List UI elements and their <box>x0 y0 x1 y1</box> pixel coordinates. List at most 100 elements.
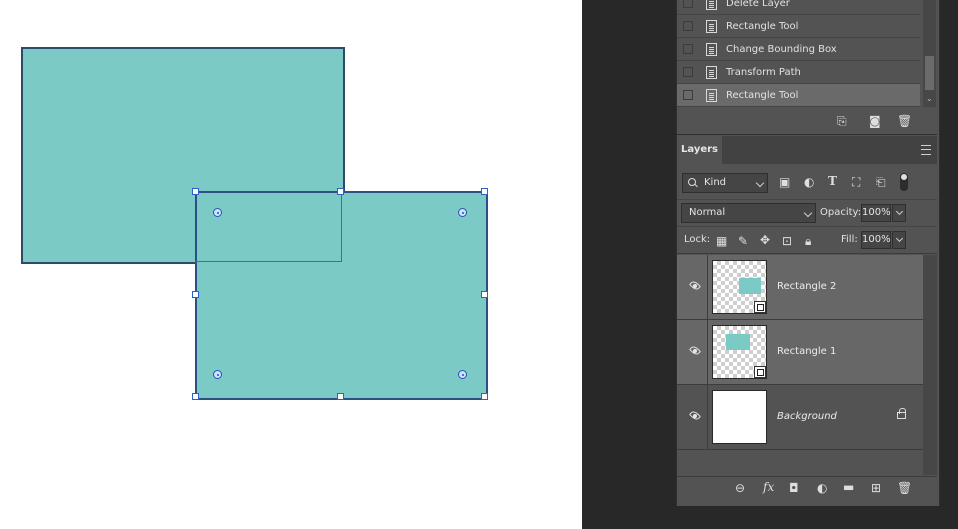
history-state[interactable]: Change Bounding Box <box>677 38 920 61</box>
transform-handle-middle-right[interactable] <box>481 291 488 298</box>
smart-object-filter-icon[interactable]: ⎗ <box>876 176 886 188</box>
fill-label: Fill: <box>841 234 858 245</box>
group-folder-icon[interactable]: ▬ <box>843 481 854 493</box>
layer-row[interactable]: Background <box>677 385 923 450</box>
layer-thumbnail <box>712 260 767 314</box>
divider <box>707 320 708 384</box>
corner-radius-widget-top-left[interactable] <box>213 208 222 217</box>
new-layer-icon[interactable]: ⊞ <box>871 482 881 494</box>
chevron-down-icon <box>895 207 904 216</box>
transform-handle-middle-left[interactable] <box>192 291 199 298</box>
document-canvas[interactable] <box>0 0 582 529</box>
lock-bar: Lock: ▦ ✎ ✥ ⊡ 🔒︎ Fill: 100% <box>677 227 937 254</box>
history-scrollbar-thumb[interactable] <box>925 56 934 90</box>
transform-handle-top-right[interactable] <box>481 188 488 195</box>
filter-kind-label: Kind <box>704 177 727 188</box>
history-state-label: Delete Layer <box>726 0 790 9</box>
chevron-down-icon <box>895 234 904 243</box>
layer-filter-bar: Kind ▣ ◐ T ⛶ ⎗ <box>677 168 937 196</box>
camera-snapshot-icon[interactable]: ◙ <box>869 115 881 127</box>
tab-layers[interactable]: Layers <box>677 136 722 164</box>
search-icon <box>688 178 696 186</box>
visibility-eye-icon[interactable] <box>681 385 705 449</box>
history-source-checkbox[interactable] <box>683 0 693 8</box>
layers-footer: ⊖ fx ◘ ◐ ▬ ⊞ 🗑 <box>677 476 937 499</box>
chevron-down-icon <box>755 178 765 188</box>
trash-icon[interactable]: 🗑 <box>897 115 912 127</box>
lock-transparent-pixels-icon[interactable]: ▦ <box>716 235 727 247</box>
history-state[interactable]: Rectangle Tool <box>677 15 920 38</box>
opacity-input[interactable]: 100% <box>861 204 891 222</box>
history-state[interactable]: Delete Layer <box>677 0 920 15</box>
fx-icon[interactable]: fx <box>763 481 774 493</box>
history-state-selected[interactable]: Rectangle Tool <box>677 84 920 107</box>
scroll-down-icon[interactable]: ⌄ <box>926 93 933 105</box>
panels-dock: Delete Layer Rectangle Tool Change Bound… <box>676 0 940 506</box>
opacity-slider-dropdown[interactable] <box>892 204 906 222</box>
rectangle-2-shape[interactable] <box>195 191 488 400</box>
history-source-checkbox[interactable] <box>683 21 693 31</box>
visibility-eye-icon[interactable] <box>681 255 705 319</box>
layer-lock-icon <box>897 408 906 419</box>
layers-scrollbar[interactable] <box>923 255 937 475</box>
transform-handle-bottom-center[interactable] <box>337 393 344 400</box>
blend-mode-value: Normal <box>689 207 726 218</box>
mask-icon[interactable]: ◘ <box>789 482 799 494</box>
layer-row[interactable]: Rectangle 2 <box>677 255 923 320</box>
shape-preview <box>726 334 750 350</box>
lock-position-icon[interactable]: ✥ <box>760 234 770 246</box>
divider <box>707 255 708 319</box>
transform-handle-top-left[interactable] <box>192 188 199 195</box>
divider <box>707 385 708 449</box>
link-layers-icon[interactable]: ⊖ <box>735 482 745 494</box>
transform-handle-bottom-right[interactable] <box>481 393 488 400</box>
layer-row[interactable]: Rectangle 1 <box>677 320 923 385</box>
lock-all-icon[interactable]: 🔒︎ <box>805 235 811 247</box>
layer-name[interactable]: Rectangle 1 <box>777 320 836 384</box>
document-icon <box>706 19 717 33</box>
layer-name[interactable]: Background <box>777 385 837 449</box>
transform-handle-bottom-left[interactable] <box>192 393 199 400</box>
shape-preview <box>739 278 761 294</box>
blend-mode-bar: Normal Opacity: 100% <box>677 199 937 227</box>
history-state-label: Transform Path <box>726 66 801 78</box>
lock-artboard-icon[interactable]: ⊡ <box>782 235 792 247</box>
chevron-down-icon <box>803 208 813 218</box>
new-document-from-state-icon[interactable]: ⎘ <box>837 115 847 127</box>
shape-filter-icon[interactable]: ⛶ <box>852 176 860 188</box>
filter-toggle-switch[interactable] <box>900 173 908 191</box>
history-source-checkbox[interactable] <box>683 44 693 54</box>
history-scrollbar[interactable]: ⌄ <box>923 0 936 107</box>
history-source-checkbox[interactable] <box>683 67 693 77</box>
vector-mask-icon <box>754 301 766 313</box>
fill-input[interactable]: 100% <box>861 231 891 249</box>
history-state[interactable]: Transform Path <box>677 61 920 84</box>
visibility-eye-icon[interactable] <box>681 320 705 384</box>
fill-slider-dropdown[interactable] <box>892 231 906 249</box>
document-icon <box>706 42 717 56</box>
trash-icon[interactable]: 🗑 <box>897 482 912 494</box>
transform-handle-top-center[interactable] <box>337 188 344 195</box>
layer-name[interactable]: Rectangle 2 <box>777 255 836 319</box>
corner-radius-widget-bottom-left[interactable] <box>213 370 222 379</box>
layers-tab-bar: Layers <box>677 136 937 164</box>
corner-radius-widget-bottom-right[interactable] <box>458 370 467 379</box>
lock-label: Lock: <box>684 234 711 245</box>
blend-mode-select[interactable]: Normal <box>681 203 816 223</box>
lock-image-pixels-icon[interactable]: ✎ <box>738 235 748 247</box>
layer-thumbnail <box>712 325 767 379</box>
history-source-checkbox[interactable] <box>683 90 693 100</box>
vector-mask-icon <box>754 366 766 378</box>
type-filter-icon[interactable]: T <box>828 175 837 187</box>
adjustment-filter-icon[interactable]: ◐ <box>804 176 814 188</box>
panel-menu-icon[interactable] <box>921 145 931 155</box>
image-filter-icon[interactable]: ▣ <box>779 176 790 188</box>
document-icon <box>706 88 717 102</box>
document-icon <box>706 0 717 10</box>
history-footer: ⎘ ◙ 🗑 <box>677 110 937 135</box>
corner-radius-widget-top-right[interactable] <box>458 208 467 217</box>
layer-thumbnail <box>712 390 767 444</box>
adjustment-layer-icon[interactable]: ◐ <box>817 482 827 494</box>
filter-kind-select[interactable]: Kind <box>682 173 768 193</box>
history-state-label: Change Bounding Box <box>726 43 837 55</box>
